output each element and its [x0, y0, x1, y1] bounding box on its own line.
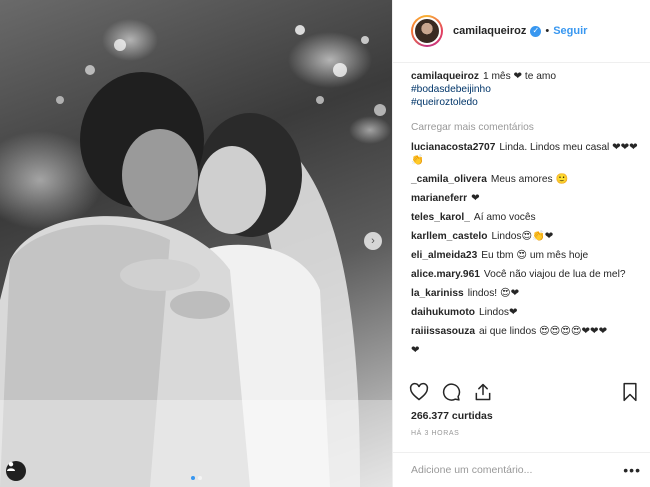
verified-badge-icon: ✓	[530, 25, 542, 37]
comment-username[interactable]: la_kariniss	[411, 288, 464, 299]
caption-username[interactable]: camilaqueiroz	[411, 71, 479, 82]
avatar-image	[413, 17, 441, 45]
comment-text: ai que lindos 😍😍😍😍❤❤❤	[479, 326, 608, 337]
hashtag-link[interactable]: #queiroztoledo	[411, 96, 641, 109]
comment-icon	[442, 383, 461, 401]
comment-username[interactable]: _camila_olivera	[411, 174, 487, 185]
comment-text: ❤	[471, 193, 480, 204]
comment-username[interactable]: marianeferr	[411, 193, 467, 204]
comment-text: Lindos❤	[478, 307, 518, 318]
comment-username[interactable]: alice.mary.961	[411, 269, 480, 280]
comment-username[interactable]: raiiissasouza	[411, 326, 475, 337]
load-more-comments-button[interactable]: Carregar mais comentários	[411, 121, 641, 134]
heart-icon	[409, 382, 429, 401]
comment-item: eli_almeida23 Eu tbm 😍 um mês hoje	[411, 249, 641, 262]
comment-username[interactable]: daihukumoto	[411, 307, 475, 318]
comment-item: raiiissasouza ai que lindos 😍😍😍😍❤❤❤	[411, 325, 641, 338]
bookmark-icon	[623, 382, 637, 402]
post-actions	[409, 380, 639, 404]
comment-item: alice.mary.961 Você não viajou de lua de …	[411, 268, 641, 281]
comment-item: karllem_castelo Lindos😍👏❤	[411, 230, 641, 243]
caption-text: 1 mês ❤ te amo	[482, 71, 557, 82]
comment-text: Aí amo vocês	[473, 212, 536, 223]
user-tag-button[interactable]	[6, 461, 26, 481]
comment-text: Eu tbm 😍 um mês hoje	[481, 250, 589, 261]
likes-count[interactable]: 266.377 curtidas	[411, 410, 493, 422]
comment-username[interactable]: karllem_castelo	[411, 231, 487, 242]
comment-item: la_kariniss lindos! 😍❤	[411, 287, 641, 300]
post-photo[interactable]: ›	[0, 0, 392, 487]
header-separator: •	[545, 25, 550, 37]
add-comment-bar: •••	[393, 452, 650, 487]
comment-input[interactable]	[411, 464, 624, 476]
post-timestamp[interactable]: HÁ 3 HORAS	[411, 430, 459, 437]
comment-item: lucianacosta2707 Linda. Lindos meu casal …	[411, 141, 641, 167]
share-icon	[475, 383, 491, 401]
carousel-dots	[0, 476, 392, 480]
comment-item: marianeferr ❤	[411, 192, 641, 205]
comment-item: _camila_olivera Meus amores 🙂	[411, 173, 641, 186]
comment-partial: ❤	[411, 345, 420, 352]
comment-username[interactable]: teles_karol_	[411, 212, 470, 223]
like-button[interactable]	[409, 382, 429, 402]
comment-text: lindos! 😍❤	[467, 288, 520, 299]
post-sidebar: camilaqueiroz ✓ • Seguir camilaqueiroz 1 …	[392, 0, 650, 487]
user-tag-icon	[7, 462, 15, 471]
comment-username[interactable]: eli_almeida23	[411, 250, 477, 261]
more-options-button[interactable]: •••	[623, 463, 641, 477]
comment-text: Lindos😍👏❤	[491, 231, 554, 242]
comment-username[interactable]: lucianacosta2707	[411, 142, 495, 153]
comment-text: Meus amores 🙂	[490, 174, 569, 185]
hashtag-link[interactable]: #bodasdebeijinho	[411, 83, 641, 96]
instagram-post-window: › camilaqueiroz ✓ • Seguir camilaqueiroz…	[0, 0, 650, 487]
comment-text: Você não viajou de lua de mel?	[483, 269, 626, 280]
comment-item: teles_karol_ Aí amo vocês	[411, 211, 641, 224]
post-header: camilaqueiroz ✓ • Seguir	[393, 0, 650, 63]
avatar[interactable]	[411, 15, 443, 47]
author-username[interactable]: camilaqueiroz	[453, 25, 526, 37]
save-button[interactable]	[621, 382, 639, 402]
photo-illustration	[0, 25, 392, 487]
comments-list: camilaqueiroz 1 mês ❤ te amo #bodasdebeij…	[411, 70, 641, 352]
post-caption: camilaqueiroz 1 mês ❤ te amo #bodasdebeij…	[411, 70, 641, 109]
chevron-right-icon: ›	[371, 234, 375, 247]
carousel-dot	[197, 476, 202, 480]
follow-button[interactable]: Seguir	[553, 25, 587, 37]
comment-item: daihukumoto Lindos❤	[411, 306, 641, 319]
carousel-next-button[interactable]: ›	[364, 232, 382, 250]
comment-button[interactable]	[441, 382, 461, 402]
share-button[interactable]	[473, 382, 493, 402]
carousel-dot	[190, 476, 195, 480]
